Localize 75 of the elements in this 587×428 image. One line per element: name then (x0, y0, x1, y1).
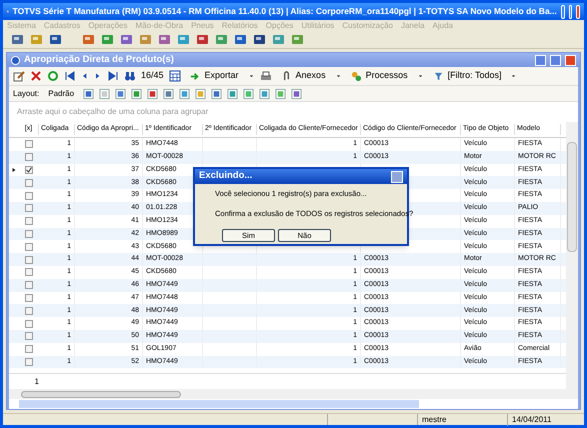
minimize-button[interactable] (560, 4, 565, 18)
grid-tool-icon[interactable] (179, 88, 190, 100)
toolbar-icon[interactable] (234, 33, 247, 46)
grid-tool-icon[interactable] (211, 88, 222, 100)
toolbar-icon[interactable] (253, 33, 266, 46)
window-title: TOTVS Série T Manufatura (RM) 03.9.0514 - RM Officina 11.40.0 (13) | Alias: CorporeRM_ora1140pgl | 1-TOTYS SA Novo Modelo do Ba... (12, 5, 557, 18)
child-window-title: Apropriação Direta de Produto(s) (24, 52, 175, 67)
checkbox[interactable] (25, 178, 33, 187)
grid-tool-icon[interactable] (227, 88, 238, 100)
window-scrollbar[interactable] (9, 399, 578, 409)
checkbox[interactable] (25, 358, 33, 366)
checkbox[interactable] (25, 217, 33, 226)
vertical-scrollbar[interactable] (566, 122, 578, 399)
calendar-icon[interactable] (168, 70, 181, 82)
toolbar-icon[interactable] (49, 33, 62, 46)
grid-tool-icon[interactable] (163, 88, 174, 100)
checkbox[interactable] (25, 268, 33, 276)
checkbox[interactable] (25, 204, 33, 212)
funnel-icon (432, 70, 444, 82)
circles-icon (350, 70, 362, 82)
checkbox[interactable] (25, 230, 33, 238)
checkbox[interactable] (25, 345, 33, 354)
checkbox[interactable] (25, 256, 33, 264)
toolbar-icon[interactable] (120, 33, 133, 46)
restore-button[interactable] (550, 54, 561, 66)
maximize-button[interactable] (568, 4, 572, 18)
attachments-button[interactable]: Anexos (276, 69, 330, 83)
refresh-icon[interactable] (47, 70, 59, 82)
filter-button[interactable]: [Filtro: Todos] (428, 69, 506, 83)
checkbox[interactable] (25, 294, 33, 302)
status-user: mestre (418, 414, 508, 426)
checkbox[interactable] (25, 320, 33, 328)
checkbox[interactable] (25, 306, 33, 315)
grid-tool-icon[interactable] (99, 88, 110, 100)
row-count: 1 (34, 376, 39, 388)
toolbar-icon[interactable] (196, 33, 209, 46)
processes-button[interactable]: Processos (346, 69, 412, 83)
checkbox[interactable] (25, 242, 33, 251)
close-button[interactable] (565, 54, 576, 66)
checkbox[interactable] (25, 153, 33, 162)
layout-dropdown[interactable]: Padrão (44, 88, 78, 100)
arrow-icon (190, 70, 201, 82)
status-date: 14/04/2011 (511, 414, 552, 426)
toolbar-icon[interactable] (158, 33, 171, 46)
document-icon (11, 56, 20, 64)
horizontal-scrollbar[interactable] (9, 389, 566, 399)
dialog-title: Excluindo... (199, 169, 254, 184)
grid-tool-icon[interactable] (243, 88, 254, 100)
grid-tool-icon[interactable] (259, 88, 270, 100)
grid-tool-icon[interactable] (147, 88, 158, 100)
export-button[interactable]: Exportar (186, 69, 243, 83)
edit-icon[interactable] (13, 70, 25, 82)
grid-tool-icon[interactable] (115, 88, 126, 100)
delete-icon[interactable] (30, 70, 42, 82)
toolbar-icon[interactable] (11, 33, 24, 46)
grid-tool-icon[interactable] (275, 88, 286, 100)
group-by-hint: Arraste aqui o cabeçalho de uma coluna para agrupar (17, 106, 208, 118)
minimize-button[interactable] (535, 54, 546, 66)
checkbox[interactable] (25, 192, 33, 200)
grid-tool-icon[interactable] (131, 88, 142, 100)
grid-tool-icon[interactable] (291, 88, 302, 100)
first-record-icon[interactable] (64, 70, 76, 82)
grid-tool-icon[interactable] (83, 88, 94, 100)
close-button[interactable] (576, 4, 580, 18)
close-button[interactable] (391, 170, 403, 182)
checkbox[interactable] (25, 140, 33, 148)
record-position: 16/45 (141, 69, 164, 82)
layout-label: Layout: (13, 88, 40, 100)
checkbox[interactable] (25, 166, 33, 174)
binoculars-icon[interactable] (124, 70, 136, 82)
grid-tool-icon[interactable] (195, 88, 206, 100)
last-record-icon[interactable] (107, 70, 119, 82)
checkbox[interactable] (25, 281, 33, 290)
printer-icon[interactable] (260, 70, 272, 82)
checkbox[interactable] (25, 332, 33, 340)
